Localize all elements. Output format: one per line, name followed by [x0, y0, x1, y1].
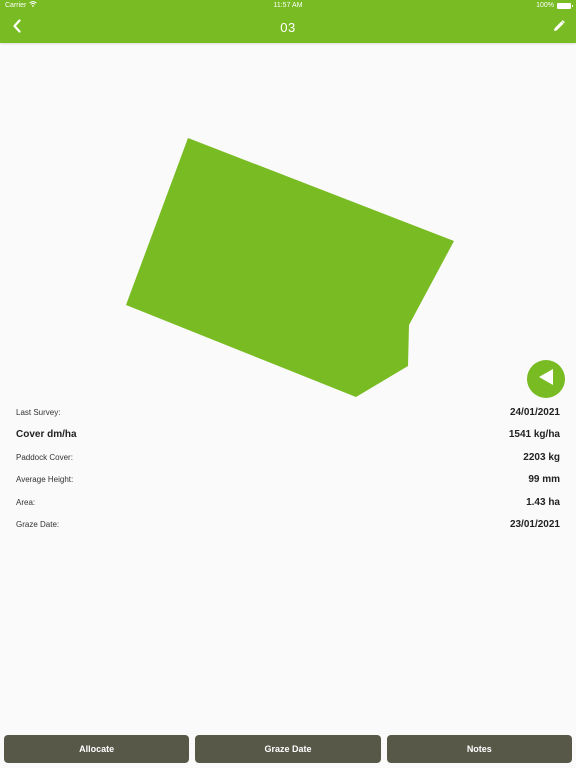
info-row-cover: Cover dm/ha 1541 kg/ha	[16, 424, 560, 447]
edit-button[interactable]	[548, 17, 570, 39]
notes-button[interactable]: Notes	[386, 735, 572, 763]
last-survey-value: 24/01/2021	[509, 406, 560, 418]
paddock-cover-label: Paddock Cover:	[16, 452, 73, 462]
battery-icon	[557, 3, 573, 9]
paddock-shape[interactable]	[126, 138, 454, 397]
bottom-action-bar: Allocate Graze Date Notes	[4, 735, 572, 763]
paddock-map[interactable]	[0, 43, 576, 403]
graze-date-label: Graze Date:	[16, 520, 60, 530]
page-title: 03	[280, 20, 296, 35]
triangle-left-icon	[537, 368, 555, 391]
graze-date-value: 23/01/2021	[509, 519, 560, 531]
info-row-area: Area: 1.43 ha	[16, 491, 560, 514]
battery-percent: 100%	[536, 2, 554, 9]
average-height-value: 99 mm	[528, 474, 560, 486]
area-label: Area:	[16, 497, 36, 507]
area-value: 1.43 ha	[526, 496, 560, 508]
map-nav-arrow-button[interactable]	[527, 360, 565, 398]
status-bar: Carrier 11:57 AM 100%	[0, 0, 576, 12]
average-height-label: Average Height:	[16, 475, 74, 485]
info-row-paddock-cover: Paddock Cover: 2203 kg	[16, 446, 560, 469]
allocate-button[interactable]: Allocate	[4, 735, 190, 763]
info-row-last-survey: Last Survey: 24/01/2021	[16, 401, 560, 424]
paddock-map-canvas	[126, 138, 454, 397]
cover-value: 1541 kg/ha	[508, 429, 560, 441]
last-survey-label: Last Survey:	[16, 407, 61, 417]
pencil-icon	[553, 19, 565, 37]
graze-date-button[interactable]: Graze Date	[195, 735, 381, 763]
paddock-info-list: Last Survey: 24/01/2021 Cover dm/ha 1541…	[16, 401, 560, 536]
navigation-bar: 03	[0, 12, 576, 43]
info-row-graze-date: Graze Date: 23/01/2021	[16, 514, 560, 537]
status-time: 11:57 AM	[273, 2, 303, 9]
battery-group: 100%	[536, 0, 573, 12]
cover-label: Cover dm/ha	[16, 429, 77, 441]
paddock-cover-value: 2203 kg	[523, 451, 560, 463]
info-row-average-height: Average Height: 99 mm	[16, 469, 560, 492]
